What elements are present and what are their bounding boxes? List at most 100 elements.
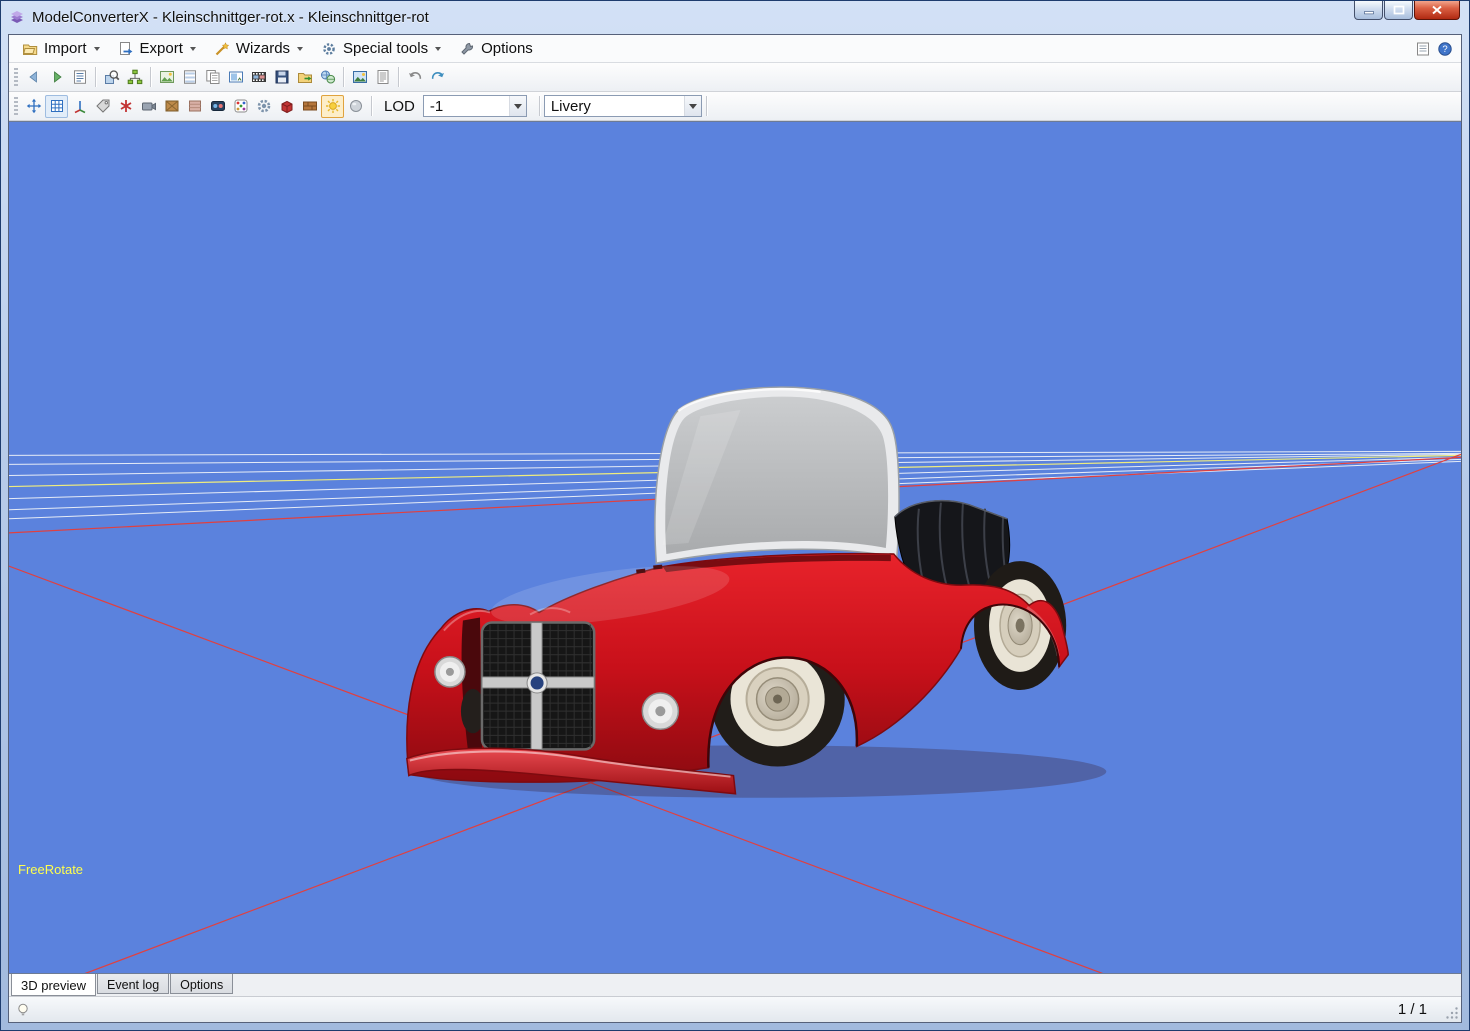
livery-combobox[interactable]: Livery bbox=[544, 95, 702, 117]
fit-view-button[interactable] bbox=[22, 95, 45, 118]
copy-icon bbox=[205, 69, 221, 85]
menu-options[interactable]: Options bbox=[450, 37, 542, 60]
zoom-texture-button[interactable] bbox=[100, 66, 123, 89]
sphere-icon bbox=[348, 98, 364, 114]
texture-image-icon bbox=[159, 69, 175, 85]
lighting-toggle-button[interactable] bbox=[321, 95, 344, 118]
export-folder-button[interactable] bbox=[293, 66, 316, 89]
tab-3d-preview[interactable]: 3D preview bbox=[11, 974, 96, 996]
event-log-button[interactable] bbox=[68, 66, 91, 89]
copy-pages-button[interactable] bbox=[201, 66, 224, 89]
lod-combobox[interactable]: -1 bbox=[423, 95, 527, 117]
menu-special-tools[interactable]: Special tools bbox=[312, 37, 450, 60]
thumbnail-button[interactable] bbox=[224, 66, 247, 89]
brick-button[interactable] bbox=[298, 95, 321, 118]
camera-icon bbox=[141, 98, 157, 114]
globe-icon bbox=[320, 69, 336, 85]
gear-button[interactable] bbox=[252, 95, 275, 118]
axes-button[interactable] bbox=[68, 95, 91, 118]
page-indicator: 1 / 1 bbox=[1398, 1001, 1427, 1018]
menu-import[interactable]: Import bbox=[13, 37, 109, 60]
close-icon bbox=[1431, 5, 1443, 15]
save-icon bbox=[274, 69, 290, 85]
lod-dropdown-button[interactable] bbox=[509, 96, 526, 116]
dice-icon bbox=[233, 98, 249, 114]
window-title: ModelConverterX - Kleinschnittger-rot.x … bbox=[32, 9, 429, 26]
gear-icon bbox=[256, 98, 272, 114]
toolbar-separator bbox=[539, 96, 540, 116]
minimize-button[interactable] bbox=[1354, 1, 1383, 20]
toolbar-separator bbox=[371, 96, 372, 116]
tab-options[interactable]: Options bbox=[170, 974, 233, 994]
chevron-down-icon bbox=[435, 47, 441, 51]
front-grille bbox=[482, 623, 594, 750]
car-model bbox=[407, 387, 1106, 798]
stereo-view-button[interactable] bbox=[206, 95, 229, 118]
red-asterisk-icon bbox=[118, 98, 134, 114]
camera-box-button[interactable] bbox=[137, 95, 160, 118]
close-button[interactable] bbox=[1414, 1, 1460, 20]
sphere-button[interactable] bbox=[344, 95, 367, 118]
toolbar-separator bbox=[343, 67, 344, 87]
toolbar-view: LOD -1 Livery bbox=[9, 92, 1461, 121]
title-bar[interactable]: ModelConverterX - Kleinschnittger-rot.x … bbox=[1, 1, 1469, 33]
back-icon bbox=[26, 69, 42, 85]
undo-button[interactable] bbox=[403, 66, 426, 89]
hierarchy-button[interactable] bbox=[123, 66, 146, 89]
grid-toggle-button[interactable] bbox=[45, 95, 68, 118]
texture-image-button[interactable] bbox=[155, 66, 178, 89]
web-textures-button[interactable] bbox=[316, 66, 339, 89]
hint-icon bbox=[15, 1002, 31, 1018]
forward-button[interactable] bbox=[45, 66, 68, 89]
save-texture-button[interactable] bbox=[270, 66, 293, 89]
dice-button[interactable] bbox=[229, 95, 252, 118]
chevron-down-icon bbox=[94, 47, 100, 51]
redo-button[interactable] bbox=[426, 66, 449, 89]
maximize-button[interactable] bbox=[1384, 1, 1413, 20]
menu-wizards[interactable]: Wizards bbox=[205, 37, 312, 60]
crate-button[interactable] bbox=[160, 95, 183, 118]
tag-icon bbox=[95, 98, 111, 114]
fit-view-icon bbox=[26, 98, 42, 114]
tab-event-log[interactable]: Event log bbox=[97, 974, 169, 994]
maximize-icon bbox=[1393, 5, 1405, 15]
chevron-down-icon bbox=[514, 104, 522, 109]
layout-icon[interactable] bbox=[1415, 41, 1431, 57]
resize-grip[interactable] bbox=[1445, 1006, 1459, 1020]
axes-icon bbox=[72, 98, 88, 114]
menu-export[interactable]: Export bbox=[109, 37, 205, 60]
toolbar-grip[interactable] bbox=[14, 68, 18, 87]
filmstrip-button[interactable] bbox=[247, 66, 270, 89]
text-report-icon bbox=[375, 69, 391, 85]
stereo-glasses-icon bbox=[210, 98, 226, 114]
left-headlight bbox=[435, 657, 465, 687]
viewport-3d[interactable]: FreeRotate bbox=[9, 121, 1461, 974]
toolbar-separator bbox=[398, 67, 399, 87]
back-button[interactable] bbox=[22, 66, 45, 89]
app-icon bbox=[9, 9, 25, 25]
red-box-button[interactable] bbox=[275, 95, 298, 118]
bottom-tab-bar: 3D preview Event log Options bbox=[9, 974, 1461, 997]
status-bar: 1 / 1 bbox=[9, 997, 1461, 1022]
options-icon bbox=[459, 41, 475, 57]
tag-button[interactable] bbox=[91, 95, 114, 118]
livery-dropdown-button[interactable] bbox=[684, 96, 701, 116]
text-report-button[interactable] bbox=[371, 66, 394, 89]
chevron-down-icon bbox=[689, 104, 697, 109]
modeldef-button[interactable] bbox=[114, 95, 137, 118]
toolbar-grip[interactable] bbox=[14, 97, 18, 116]
undo-icon bbox=[407, 69, 423, 85]
svg-text:?: ? bbox=[1442, 44, 1447, 55]
toolbar-separator bbox=[150, 67, 151, 87]
material-box-icon bbox=[187, 98, 203, 114]
app-window: ModelConverterX - Kleinschnittger-rot.x … bbox=[0, 0, 1470, 1031]
import-icon bbox=[22, 41, 38, 57]
lod-value: -1 bbox=[430, 98, 509, 115]
material-list-button[interactable] bbox=[178, 66, 201, 89]
help-icon[interactable]: ? bbox=[1437, 41, 1453, 57]
render-image-button[interactable] bbox=[348, 66, 371, 89]
livery-value: Livery bbox=[551, 98, 684, 115]
menu-options-label: Options bbox=[481, 40, 533, 57]
minimize-icon bbox=[1363, 5, 1375, 15]
material-box-button[interactable] bbox=[183, 95, 206, 118]
